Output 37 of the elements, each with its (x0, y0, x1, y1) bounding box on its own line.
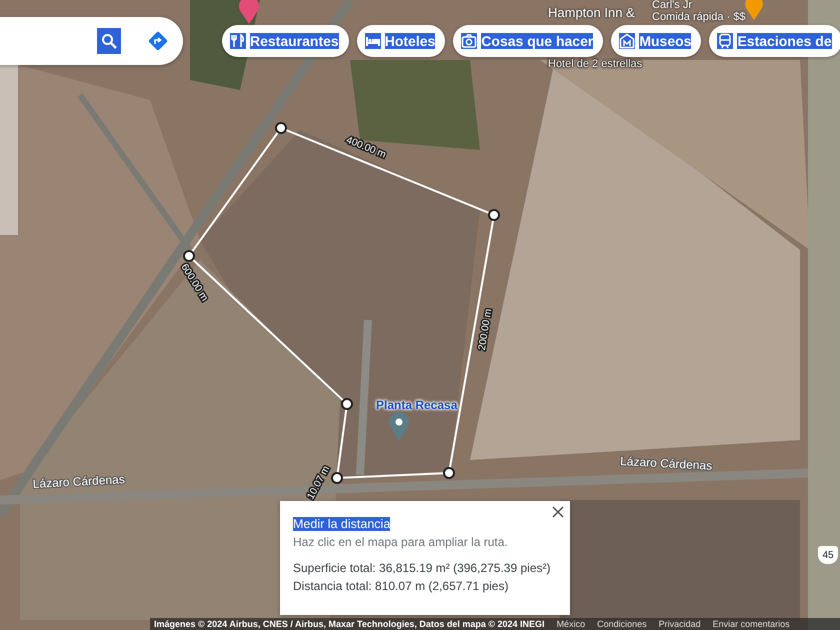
distance-label: 10.07 m (305, 464, 332, 502)
footer-link[interactable]: Condiciones (597, 619, 647, 629)
place-label[interactable]: Comida rápida · $$ (652, 11, 746, 23)
vertex-handle[interactable] (331, 472, 343, 484)
place-label[interactable]: Carl's Jr (652, 0, 746, 11)
category-chip[interactable]: Estaciones de (709, 25, 840, 57)
footer-link[interactable]: México (556, 619, 586, 629)
vertex-handle[interactable] (443, 467, 455, 479)
category-chip[interactable]: Hoteles (356, 25, 446, 57)
vertex-handle[interactable] (341, 398, 353, 410)
total-area-text: Superficie total: 36,815.19 m² (396,275.39 pies²) (293, 561, 552, 575)
place-label[interactable]: Hampton Inn & (548, 6, 642, 20)
category-chip[interactable]: Restaurantes (222, 25, 349, 57)
category-chip[interactable]: Cosas que hacer (453, 25, 604, 57)
road-label: Lázaro Cárdenas (620, 454, 712, 473)
location-pin-icon (389, 412, 409, 441)
location-pin-icon (239, 0, 259, 24)
close-icon (552, 506, 564, 518)
vertex-handle[interactable] (275, 122, 287, 134)
vertex-handle[interactable] (488, 209, 500, 221)
place-label[interactable]: Hotel de 2 estrellas (548, 58, 642, 70)
total-distance-text: Distancia total: 810.07 m (2,657.71 pies) (293, 579, 510, 593)
category-chip[interactable]: Museos (611, 25, 702, 57)
close-button[interactable] (551, 505, 565, 519)
search-icon (101, 33, 117, 49)
search-button[interactable] (97, 28, 121, 54)
distance-label: 400.00 m (344, 134, 388, 161)
map-credits: Imágenes © 2024 Airbus, CNES / Airbus, Maxar Technologies, Datos del mapa © 2024 INEGI (154, 619, 545, 629)
footer-link[interactable]: Privacidad (658, 619, 701, 629)
vertex-handle[interactable] (183, 250, 195, 262)
footer-link[interactable]: Enviar comentarios (712, 619, 790, 629)
panel-hint: Haz clic en el mapa para ampliar la ruta. (293, 535, 509, 549)
road-label: Lázaro Cárdenas (32, 472, 126, 491)
location-pin-icon (745, 0, 763, 20)
distance-label: 200.00 m (476, 308, 494, 352)
highway-shield: 45 (818, 546, 838, 564)
panel-title: Medir la distancia (293, 517, 390, 531)
